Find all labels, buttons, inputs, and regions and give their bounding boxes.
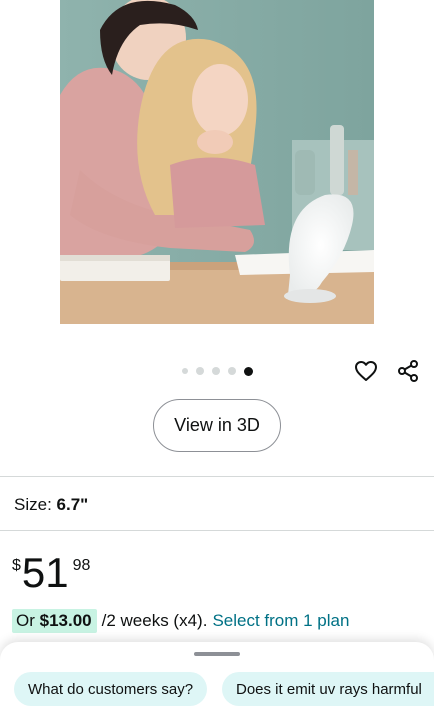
divider xyxy=(0,476,434,477)
price-fraction: 98 xyxy=(72,557,91,574)
question-chip[interactable]: What do customers say? xyxy=(14,672,208,706)
installment-amount: $13.00 xyxy=(39,611,92,630)
share-button[interactable] xyxy=(393,356,423,386)
carousel-dot[interactable] xyxy=(211,367,220,375)
product-image[interactable] xyxy=(60,0,374,324)
installment-term: /2 weeks (x4). xyxy=(101,611,208,630)
product-photo xyxy=(60,0,374,324)
installment-prefix: Or xyxy=(16,611,35,630)
add-to-list-button[interactable] xyxy=(351,356,381,386)
ask-questions-sheet[interactable]: What do customers say? Does it emit uv r… xyxy=(0,642,434,723)
price-whole: 51 xyxy=(21,549,69,596)
select-plan-link[interactable]: Select from 1 plan xyxy=(212,611,349,631)
sheet-drag-handle[interactable] xyxy=(194,652,240,656)
price: $ 51 98 xyxy=(12,548,90,598)
view-in-3d-label: View in 3D xyxy=(174,415,260,435)
heart-icon xyxy=(355,361,377,381)
product-page: View in 3D Size: 6.7" $ 51 98 Or $13.00 … xyxy=(0,0,434,723)
size-value: 6.7" xyxy=(56,495,89,514)
price-currency: $ xyxy=(12,557,21,574)
size-selector[interactable]: Size: 6.7" xyxy=(14,495,88,515)
size-label: Size: xyxy=(14,495,52,514)
carousel-dot-active[interactable] xyxy=(243,366,253,376)
divider xyxy=(0,530,434,531)
carousel-dot[interactable] xyxy=(181,368,188,374)
installment-offer: Or $13.00 /2 weeks (x4). Select from 1 p… xyxy=(12,609,349,633)
carousel-dot[interactable] xyxy=(195,367,204,375)
question-chip[interactable]: Does it emit uv rays harmful xyxy=(222,672,434,706)
carousel-dot[interactable] xyxy=(227,367,236,375)
question-chip-label: What do customers say? xyxy=(28,680,194,698)
installment-amount-highlight: Or $13.00 xyxy=(12,609,97,633)
share-icon xyxy=(398,360,418,382)
view-in-3d-button[interactable]: View in 3D xyxy=(153,399,281,452)
question-chip-label: Does it emit uv rays harmful xyxy=(236,680,422,698)
